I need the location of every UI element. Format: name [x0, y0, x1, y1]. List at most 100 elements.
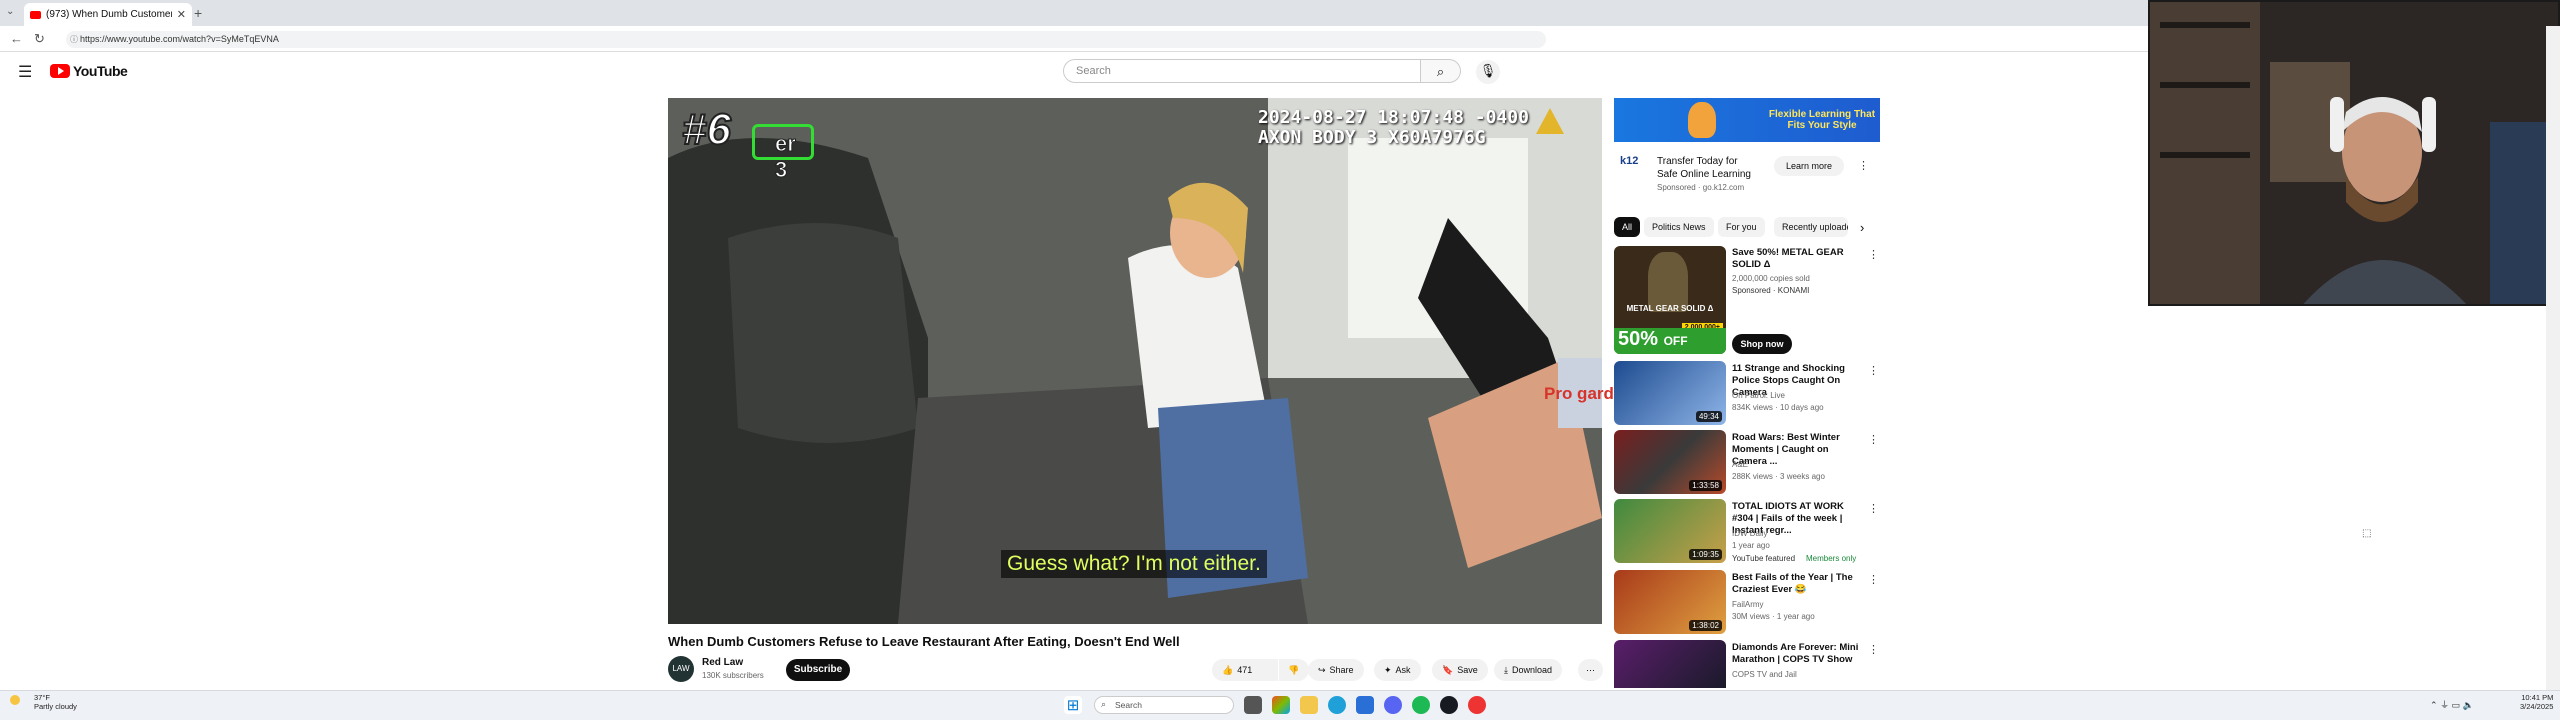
copilot-icon[interactable] — [1272, 696, 1290, 714]
store-icon[interactable] — [1356, 696, 1374, 714]
shop-now-button[interactable]: Shop now — [1732, 334, 1792, 354]
save-label: Save — [1457, 665, 1478, 675]
ad-banner[interactable]: Flexible Learning That Fits Your Style — [1614, 98, 1880, 142]
promo-discount-value: 50% — [1618, 328, 1659, 350]
reload-icon[interactable]: ↻ — [34, 31, 45, 47]
new-tab-icon[interactable]: + — [194, 5, 202, 21]
video-more-options-icon[interactable]: ⋮ — [1868, 643, 1879, 656]
chip-all[interactable]: All — [1614, 217, 1641, 237]
download-button[interactable]: ⤓ Download — [1494, 659, 1563, 681]
file-explorer-icon[interactable] — [1300, 696, 1318, 714]
close-tab-icon[interactable]: ✕ — [177, 8, 186, 21]
chip-recently-uploaded[interactable]: Recently uploaded — [1774, 217, 1848, 237]
dislike-button[interactable]: 👎 — [1279, 659, 1309, 681]
search-icon: ⌕ — [1101, 699, 1107, 709]
video-frame — [668, 98, 1602, 624]
ad-headline[interactable]: Transfer Today for Safe Online Learning — [1657, 155, 1757, 181]
learn-more-button[interactable]: Learn more — [1774, 156, 1844, 176]
ask-button[interactable]: ✦ Ask — [1374, 659, 1421, 681]
share-button[interactable]: ↪ Share — [1308, 659, 1364, 681]
obs-icon[interactable] — [1468, 696, 1486, 714]
timestamp-line-2: AXON BODY 3 X60A7976G — [1258, 127, 1486, 148]
page-scrollbar[interactable] — [2546, 26, 2560, 690]
bookmark-icon: 🔖 — [1442, 664, 1454, 675]
video-more-options-icon[interactable]: ⋮ — [1868, 433, 1879, 446]
promo-meta: 2,000,000 copies sold — [1732, 274, 1810, 283]
youtube-favicon-icon — [30, 10, 41, 19]
url-field[interactable]: ⓘ https://www.youtube.com/watch?v=SyMeTq… — [66, 31, 1546, 48]
video-channel[interactable]: FailArmy — [1732, 599, 1764, 611]
video-thumbnail[interactable]: 1:33:58 — [1614, 430, 1726, 494]
system-clock[interactable]: 10:41 PM 3/24/2025 — [2520, 693, 2553, 711]
voice-search-button[interactable]: 🎙 — [1476, 60, 1500, 84]
thumbs-down-icon: 👎 — [1288, 664, 1300, 675]
video-title[interactable]: Best Fails of the Year | The Craziest Ev… — [1732, 572, 1862, 596]
weather-sun-icon — [10, 695, 20, 705]
promo-more-options-icon[interactable]: ⋮ — [1868, 248, 1879, 261]
video-player[interactable] — [668, 98, 1602, 624]
download-icon: ⤓ — [1504, 664, 1508, 675]
promo-title[interactable]: Save 50%! METAL GEAR SOLID Δ — [1732, 247, 1862, 271]
chevron-right-icon[interactable]: › — [1860, 220, 1864, 235]
video-channel[interactable]: A&E — [1732, 459, 1748, 471]
hamburger-menu-icon[interactable]: ☰ — [18, 62, 32, 82]
search-button[interactable]: ⌕ — [1421, 59, 1461, 83]
video-duration: 1:33:58 — [1689, 480, 1722, 491]
back-icon[interactable]: ← — [10, 31, 23, 46]
save-button[interactable]: 🔖 Save — [1432, 659, 1488, 681]
video-thumbnail[interactable]: 1:38:02 — [1614, 570, 1726, 634]
tab-search-icon[interactable]: ⌄ — [6, 6, 14, 17]
clock-time: 10:41 PM — [2521, 693, 2554, 702]
video-channel[interactable]: IDW Daily — [1732, 528, 1768, 540]
like-button[interactable]: 👍 471 — [1212, 659, 1278, 681]
ad-sponsored-label: Sponsored · go.k12.com — [1657, 183, 1745, 192]
video-thumbnail[interactable]: 49:34 — [1614, 361, 1726, 425]
video-thumbnail[interactable]: 1:09:35 — [1614, 499, 1726, 563]
video-title[interactable]: Diamonds Are Forever: Mini Marathon | CO… — [1732, 642, 1862, 666]
weather-widget[interactable]: 37°F Partly cloudy — [10, 693, 77, 711]
video-meta: 288K views · 3 weeks ago — [1732, 472, 1825, 481]
task-view-icon[interactable] — [1244, 696, 1262, 714]
windows-start-icon[interactable]: ⊞ — [1064, 696, 1082, 714]
spotify-icon[interactable] — [1412, 696, 1430, 714]
channel-name[interactable]: Red Law — [702, 657, 743, 668]
video-meta: 30M views · 1 year ago — [1732, 612, 1815, 621]
video-more-options-icon[interactable]: ⋮ — [1868, 502, 1879, 515]
video-duration: 1:09:35 — [1689, 549, 1722, 560]
promo-discount: 50% OFF — [1614, 328, 1726, 354]
more-actions-button[interactable]: ⋯ — [1578, 659, 1603, 681]
browser-tab[interactable]: (973) When Dumb Customers ✕ — [24, 3, 192, 26]
chip-for-you[interactable]: For you — [1718, 217, 1765, 237]
download-label: Download — [1511, 665, 1553, 675]
taskbar-search[interactable]: ⌕ Search — [1094, 696, 1234, 714]
tray-chevron-icon[interactable]: ⌃ — [2430, 700, 2438, 710]
volume-icon: 🔈 — [2462, 700, 2474, 710]
share-icon: ↪ — [1318, 664, 1326, 675]
edge-icon[interactable] — [1328, 696, 1346, 714]
chip-politics-news[interactable]: Politics News — [1644, 217, 1714, 237]
promo-thumbnail[interactable]: METAL GEAR SOLID Δ 2,000,000+ 50% OFF — [1614, 246, 1726, 354]
steam-icon[interactable] — [1440, 696, 1458, 714]
bodycam-timestamp: 2024-08-27 18:07:48 -0400 AXON BODY 3 X6… — [1258, 108, 1529, 148]
system-tray[interactable]: ⌃ ⏚ ▭ 🔈 — [2430, 698, 2474, 711]
video-channel[interactable]: COPS TV and Jail — [1732, 669, 1797, 681]
channel-subscriber-count: 130K subscribers — [702, 671, 764, 680]
subscribe-button[interactable]: Subscribe — [786, 659, 850, 681]
channel-avatar[interactable]: LAW — [668, 656, 694, 682]
usb-icon: ⏚ — [2440, 700, 2450, 710]
video-meta: 1 year ago — [1732, 541, 1770, 550]
search-input[interactable]: Search — [1063, 59, 1421, 83]
video-duration: 49:34 — [1695, 411, 1722, 422]
timestamp-line-1: 2024-08-27 18:07:48 -0400 — [1258, 107, 1529, 128]
ad-more-options-icon[interactable]: ⋮ — [1858, 159, 1869, 172]
url-text: https://www.youtube.com/watch?v=SyMeTqEV… — [80, 34, 279, 44]
site-info-icon[interactable]: ⓘ — [70, 34, 78, 45]
discord-icon[interactable] — [1384, 696, 1402, 714]
video-title[interactable]: Road Wars: Best Winter Moments | Caught … — [1732, 432, 1862, 468]
video-more-options-icon[interactable]: ⋮ — [1868, 573, 1879, 586]
video-channel[interactable]: On Patrol: Live — [1732, 390, 1785, 402]
video-more-options-icon[interactable]: ⋮ — [1868, 364, 1879, 377]
thumbs-up-icon: 👍 — [1222, 664, 1234, 675]
youtube-logo[interactable]: YouTube — [50, 63, 128, 79]
video-thumbnail[interactable] — [1614, 640, 1726, 688]
